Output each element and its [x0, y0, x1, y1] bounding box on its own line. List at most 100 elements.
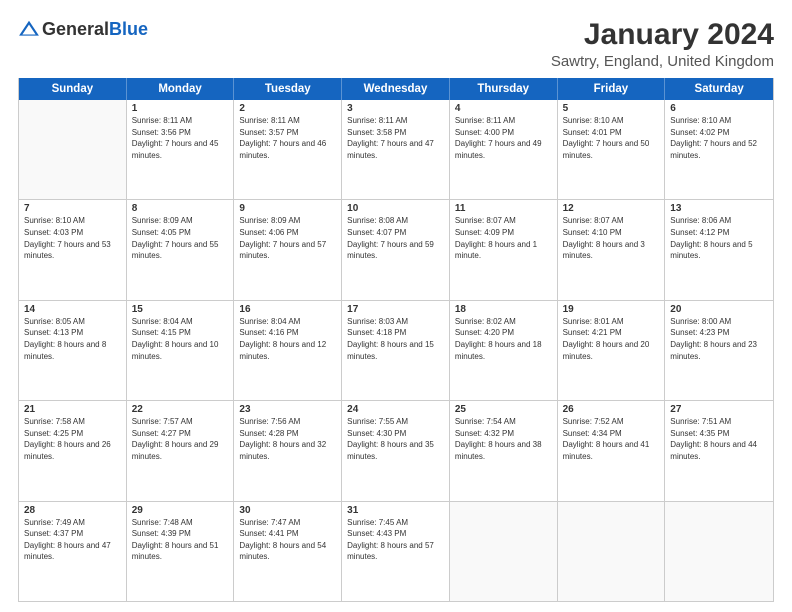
title-block: January 2024 Sawtry, England, United Kin… [551, 18, 774, 70]
cell-info: Sunrise: 8:00 AMSunset: 4:23 PMDaylight:… [670, 316, 768, 362]
calendar-cell: 12Sunrise: 8:07 AMSunset: 4:10 PMDayligh… [558, 200, 666, 299]
day-number: 17 [347, 304, 444, 315]
logo: GeneralBlue [18, 18, 148, 40]
day-number: 10 [347, 203, 444, 214]
calendar-cell [450, 502, 558, 601]
calendar-cell: 20Sunrise: 8:00 AMSunset: 4:23 PMDayligh… [665, 301, 773, 400]
calendar-cell: 5Sunrise: 8:10 AMSunset: 4:01 PMDaylight… [558, 100, 666, 199]
weekday-header: Thursday [450, 78, 558, 100]
day-number: 26 [563, 404, 660, 415]
day-number: 9 [239, 203, 336, 214]
cell-info: Sunrise: 7:48 AMSunset: 4:39 PMDaylight:… [132, 517, 229, 563]
cell-info: Sunrise: 7:57 AMSunset: 4:27 PMDaylight:… [132, 416, 229, 462]
cell-info: Sunrise: 8:01 AMSunset: 4:21 PMDaylight:… [563, 316, 660, 362]
page: GeneralBlue January 2024 Sawtry, England… [0, 0, 792, 612]
cell-info: Sunrise: 8:07 AMSunset: 4:09 PMDaylight:… [455, 215, 552, 261]
calendar-cell: 18Sunrise: 8:02 AMSunset: 4:20 PMDayligh… [450, 301, 558, 400]
day-number: 24 [347, 404, 444, 415]
cell-info: Sunrise: 7:54 AMSunset: 4:32 PMDaylight:… [455, 416, 552, 462]
calendar-row: 14Sunrise: 8:05 AMSunset: 4:13 PMDayligh… [19, 301, 773, 401]
subtitle: Sawtry, England, United Kingdom [551, 53, 774, 70]
calendar-cell: 23Sunrise: 7:56 AMSunset: 4:28 PMDayligh… [234, 401, 342, 500]
calendar-cell: 9Sunrise: 8:09 AMSunset: 4:06 PMDaylight… [234, 200, 342, 299]
cell-info: Sunrise: 8:11 AMSunset: 3:57 PMDaylight:… [239, 115, 336, 161]
weekday-header: Monday [127, 78, 235, 100]
calendar-cell: 2Sunrise: 8:11 AMSunset: 3:57 PMDaylight… [234, 100, 342, 199]
day-number: 1 [132, 103, 229, 114]
calendar-row: 1Sunrise: 8:11 AMSunset: 3:56 PMDaylight… [19, 100, 773, 200]
day-number: 20 [670, 304, 768, 315]
calendar-cell: 27Sunrise: 7:51 AMSunset: 4:35 PMDayligh… [665, 401, 773, 500]
weekday-header: Sunday [19, 78, 127, 100]
day-number: 6 [670, 103, 768, 114]
calendar-cell: 4Sunrise: 8:11 AMSunset: 4:00 PMDaylight… [450, 100, 558, 199]
cell-info: Sunrise: 8:09 AMSunset: 4:05 PMDaylight:… [132, 215, 229, 261]
day-number: 21 [24, 404, 121, 415]
day-number: 3 [347, 103, 444, 114]
calendar-cell: 10Sunrise: 8:08 AMSunset: 4:07 PMDayligh… [342, 200, 450, 299]
day-number: 31 [347, 505, 444, 516]
calendar-cell: 25Sunrise: 7:54 AMSunset: 4:32 PMDayligh… [450, 401, 558, 500]
cell-info: Sunrise: 7:56 AMSunset: 4:28 PMDaylight:… [239, 416, 336, 462]
day-number: 12 [563, 203, 660, 214]
day-number: 15 [132, 304, 229, 315]
logo-general: General [42, 19, 109, 40]
cell-info: Sunrise: 8:11 AMSunset: 4:00 PMDaylight:… [455, 115, 552, 161]
cell-info: Sunrise: 8:11 AMSunset: 3:56 PMDaylight:… [132, 115, 229, 161]
day-number: 14 [24, 304, 121, 315]
day-number: 11 [455, 203, 552, 214]
weekday-header: Friday [558, 78, 666, 100]
cell-info: Sunrise: 7:45 AMSunset: 4:43 PMDaylight:… [347, 517, 444, 563]
calendar-cell: 30Sunrise: 7:47 AMSunset: 4:41 PMDayligh… [234, 502, 342, 601]
calendar-cell: 28Sunrise: 7:49 AMSunset: 4:37 PMDayligh… [19, 502, 127, 601]
calendar-cell: 17Sunrise: 8:03 AMSunset: 4:18 PMDayligh… [342, 301, 450, 400]
calendar-cell: 7Sunrise: 8:10 AMSunset: 4:03 PMDaylight… [19, 200, 127, 299]
day-number: 2 [239, 103, 336, 114]
day-number: 16 [239, 304, 336, 315]
calendar-cell: 3Sunrise: 8:11 AMSunset: 3:58 PMDaylight… [342, 100, 450, 199]
cell-info: Sunrise: 7:47 AMSunset: 4:41 PMDaylight:… [239, 517, 336, 563]
calendar-cell: 31Sunrise: 7:45 AMSunset: 4:43 PMDayligh… [342, 502, 450, 601]
calendar-cell: 16Sunrise: 8:04 AMSunset: 4:16 PMDayligh… [234, 301, 342, 400]
cell-info: Sunrise: 7:58 AMSunset: 4:25 PMDaylight:… [24, 416, 121, 462]
calendar-row: 28Sunrise: 7:49 AMSunset: 4:37 PMDayligh… [19, 502, 773, 601]
day-number: 25 [455, 404, 552, 415]
day-number: 7 [24, 203, 121, 214]
cell-info: Sunrise: 8:10 AMSunset: 4:02 PMDaylight:… [670, 115, 768, 161]
cell-info: Sunrise: 8:10 AMSunset: 4:03 PMDaylight:… [24, 215, 121, 261]
calendar-row: 7Sunrise: 8:10 AMSunset: 4:03 PMDaylight… [19, 200, 773, 300]
header: GeneralBlue January 2024 Sawtry, England… [18, 18, 774, 70]
day-number: 19 [563, 304, 660, 315]
calendar-cell: 6Sunrise: 8:10 AMSunset: 4:02 PMDaylight… [665, 100, 773, 199]
calendar-row: 21Sunrise: 7:58 AMSunset: 4:25 PMDayligh… [19, 401, 773, 501]
cell-info: Sunrise: 8:03 AMSunset: 4:18 PMDaylight:… [347, 316, 444, 362]
cell-info: Sunrise: 7:55 AMSunset: 4:30 PMDaylight:… [347, 416, 444, 462]
calendar-cell: 13Sunrise: 8:06 AMSunset: 4:12 PMDayligh… [665, 200, 773, 299]
cell-info: Sunrise: 8:05 AMSunset: 4:13 PMDaylight:… [24, 316, 121, 362]
calendar-cell: 15Sunrise: 8:04 AMSunset: 4:15 PMDayligh… [127, 301, 235, 400]
cell-info: Sunrise: 8:08 AMSunset: 4:07 PMDaylight:… [347, 215, 444, 261]
day-number: 29 [132, 505, 229, 516]
day-number: 5 [563, 103, 660, 114]
logo-icon [18, 18, 40, 40]
cell-info: Sunrise: 8:04 AMSunset: 4:15 PMDaylight:… [132, 316, 229, 362]
calendar-cell: 8Sunrise: 8:09 AMSunset: 4:05 PMDaylight… [127, 200, 235, 299]
calendar-cell: 19Sunrise: 8:01 AMSunset: 4:21 PMDayligh… [558, 301, 666, 400]
cell-info: Sunrise: 8:09 AMSunset: 4:06 PMDaylight:… [239, 215, 336, 261]
day-number: 8 [132, 203, 229, 214]
day-number: 23 [239, 404, 336, 415]
calendar-cell: 22Sunrise: 7:57 AMSunset: 4:27 PMDayligh… [127, 401, 235, 500]
calendar: SundayMondayTuesdayWednesdayThursdayFrid… [18, 78, 774, 602]
weekday-header: Saturday [665, 78, 773, 100]
calendar-cell: 21Sunrise: 7:58 AMSunset: 4:25 PMDayligh… [19, 401, 127, 500]
calendar-cell: 11Sunrise: 8:07 AMSunset: 4:09 PMDayligh… [450, 200, 558, 299]
day-number: 18 [455, 304, 552, 315]
weekday-header: Tuesday [234, 78, 342, 100]
day-number: 27 [670, 404, 768, 415]
weekday-header: Wednesday [342, 78, 450, 100]
cell-info: Sunrise: 8:02 AMSunset: 4:20 PMDaylight:… [455, 316, 552, 362]
calendar-cell: 29Sunrise: 7:48 AMSunset: 4:39 PMDayligh… [127, 502, 235, 601]
calendar-body: 1Sunrise: 8:11 AMSunset: 3:56 PMDaylight… [19, 100, 773, 601]
cell-info: Sunrise: 7:49 AMSunset: 4:37 PMDaylight:… [24, 517, 121, 563]
cell-info: Sunrise: 7:51 AMSunset: 4:35 PMDaylight:… [670, 416, 768, 462]
